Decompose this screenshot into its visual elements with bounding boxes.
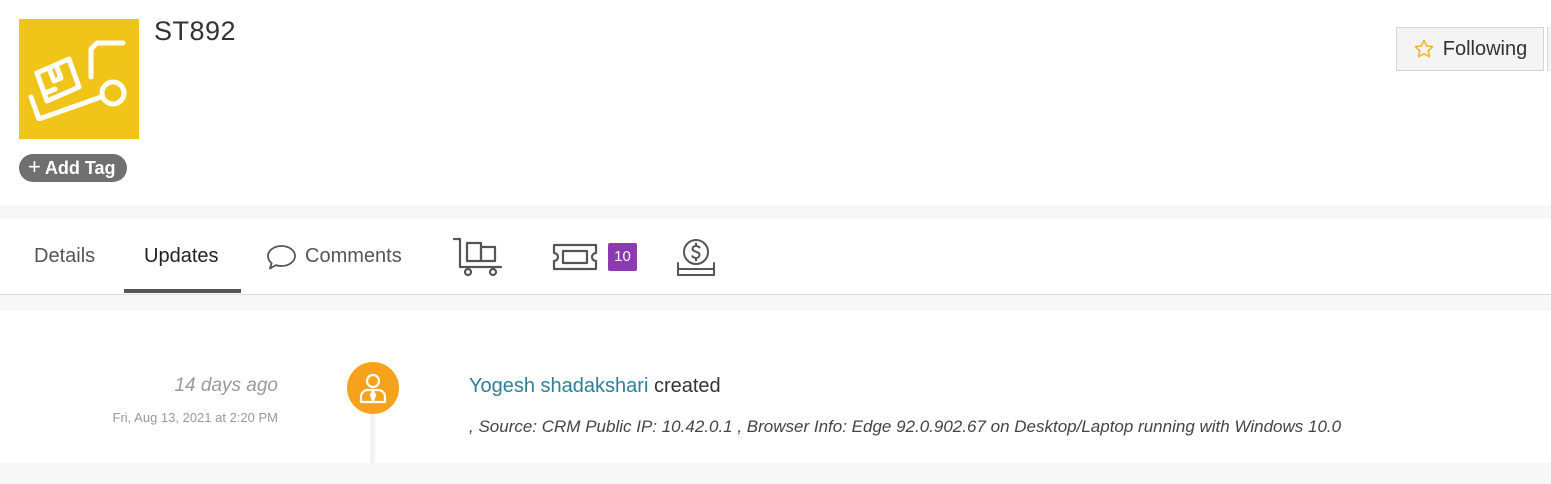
tab-comments-label: Comments	[305, 245, 402, 267]
add-tag-button[interactable]: + Add Tag	[19, 154, 127, 182]
entry-action: created	[653, 375, 721, 397]
user-tie-icon	[359, 373, 387, 404]
entry-relative-time: 14 days ago	[174, 375, 278, 396]
star-icon	[1414, 39, 1434, 58]
ticket-icon	[552, 243, 598, 270]
avatar	[347, 362, 399, 414]
add-tag-label: Add Tag	[44, 157, 116, 178]
tab-comments[interactable]: Comments	[266, 219, 402, 294]
entry-timestamp: Fri, Aug 13, 2021 at 2:20 PM	[112, 410, 279, 425]
tickets-count-badge: 10	[608, 242, 637, 271]
tab-details[interactable]: Details	[34, 219, 95, 294]
tab-updates[interactable]: Updates	[144, 219, 219, 294]
section-divider	[0, 295, 1551, 311]
entry-actor-link[interactable]: Yogesh shadakshari	[469, 375, 648, 397]
record-page: ST892 + Add Tag Following Details Update…	[0, 0, 1551, 484]
money-icon	[677, 238, 715, 276]
page-footer-band	[0, 463, 1551, 484]
entry-detail: , Source: CRM Public IP: 10.42.0.1 , Bro…	[469, 417, 1342, 436]
tab-details-label: Details	[34, 245, 96, 267]
speech-bubble-icon	[267, 244, 296, 269]
record-title: ST892	[154, 16, 237, 46]
cart-icon	[453, 237, 503, 276]
following-label: Following	[1442, 37, 1528, 60]
truck-dolly-icon	[28, 40, 127, 121]
active-tab-indicator	[124, 289, 241, 293]
updates-timeline: 14 days ago Fri, Aug 13, 2021 at 2:20 PM…	[0, 311, 1551, 463]
tab-updates-label: Updates	[144, 245, 219, 267]
plus-icon: +	[28, 154, 41, 179]
tab-orders[interactable]	[453, 219, 503, 294]
following-button[interactable]: Following	[1396, 27, 1544, 71]
entry-headline: Yogesh shadakshari created	[469, 375, 721, 398]
tab-payments[interactable]	[676, 219, 716, 294]
record-tabs: Details Updates Comments 10	[0, 219, 1551, 295]
record-header: ST892 + Add Tag Following	[0, 0, 1551, 205]
record-logo	[19, 19, 139, 139]
tab-tickets[interactable]: 10	[552, 219, 637, 294]
section-divider	[0, 205, 1551, 219]
more-actions-button[interactable]	[1547, 27, 1551, 71]
